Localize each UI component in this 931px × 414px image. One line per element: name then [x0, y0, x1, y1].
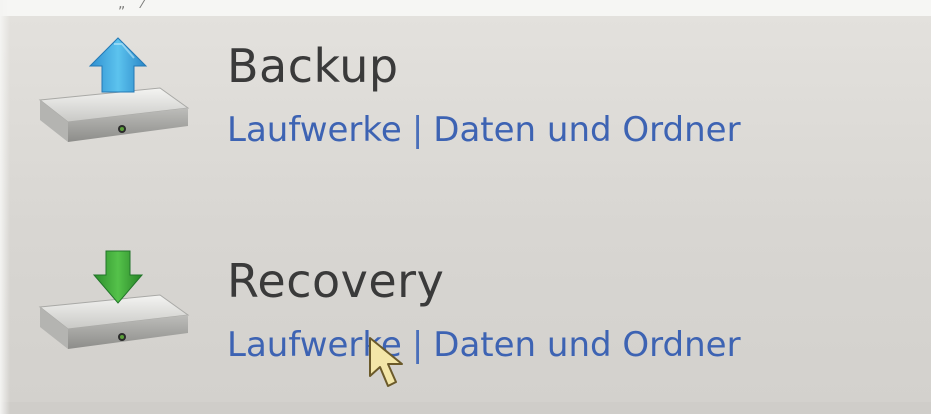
- recovery-entry[interactable]: Recovery Laufwerke | Daten und Ordner: [30, 245, 910, 375]
- recovery-links: Laufwerke | Daten und Ordner: [227, 325, 741, 365]
- recovery-drive-icon[interactable]: [30, 245, 200, 375]
- recovery-data-folders-link[interactable]: Daten und Ordner: [433, 325, 740, 365]
- backup-title[interactable]: Backup: [227, 40, 399, 92]
- backup-data-folders-link[interactable]: Daten und Ordner: [433, 110, 740, 150]
- top-strip: „ ⁄: [0, 0, 931, 16]
- arrow-cursor-icon: [366, 336, 416, 396]
- link-separator: |: [411, 110, 424, 150]
- backup-links: Laufwerke | Daten und Ordner: [227, 110, 741, 150]
- cropped-text-fragment: „ ⁄: [118, 0, 151, 12]
- backup-entry[interactable]: Backup Laufwerke | Daten und Ordner: [30, 30, 910, 160]
- recovery-title[interactable]: Recovery: [227, 255, 444, 307]
- backup-drive-icon[interactable]: [30, 30, 200, 160]
- bottom-strip: [0, 402, 931, 414]
- left-edge: [0, 0, 10, 414]
- backup-drives-link[interactable]: Laufwerke: [227, 110, 402, 150]
